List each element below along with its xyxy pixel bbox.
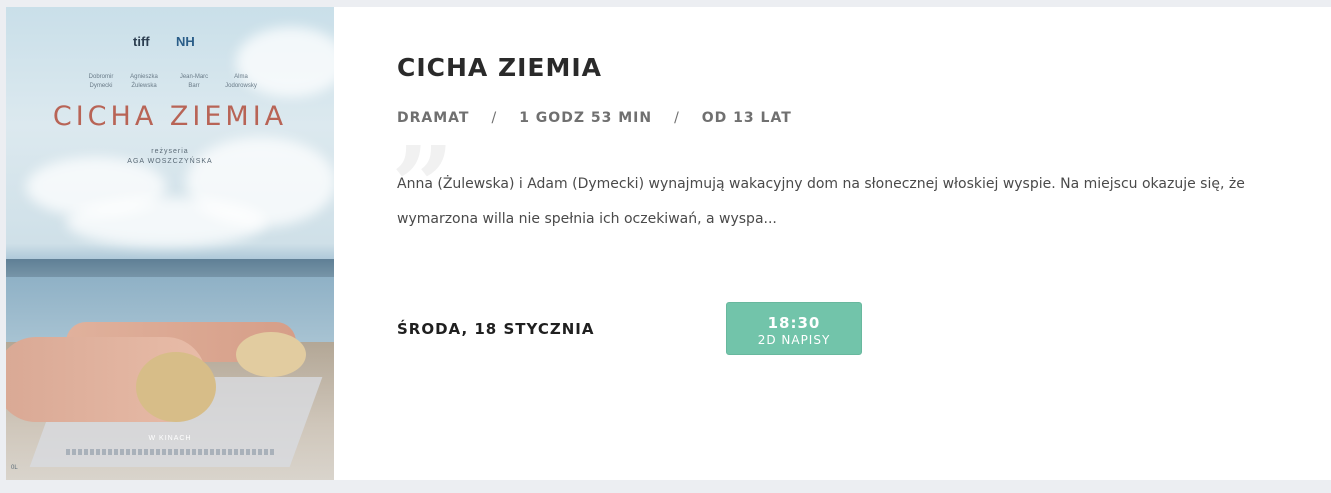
nh-logo: NH bbox=[176, 34, 195, 49]
poster-title: CICHA ZIEMIA bbox=[52, 101, 288, 132]
movie-poster[interactable]: tiff NH Dobromir Dymecki Agnieszka Żulewsk… bbox=[6, 7, 334, 480]
poster-credits-block bbox=[66, 449, 276, 455]
movie-duration: 1 GODZ 53 MIN bbox=[519, 110, 653, 126]
poster-release-text: W KINACH bbox=[148, 435, 192, 442]
showtime-format: 2D NAPISY bbox=[757, 333, 831, 347]
poster-cast-name: Alma Jodorowsky bbox=[225, 74, 257, 89]
movie-card: tiff NH Dobromir Dymecki Agnieszka Żulewsk… bbox=[6, 7, 1331, 480]
meta-separator: / bbox=[674, 110, 680, 126]
poster-director: reżyseria AGA WOSZCZYŃSKA bbox=[127, 148, 213, 165]
poster-cloud bbox=[66, 197, 266, 247]
poster-cast-name: Agnieszka Żulewska bbox=[130, 74, 158, 89]
poster-figure-woman-hair bbox=[236, 332, 306, 377]
showtime-time: 18:30 bbox=[767, 314, 821, 332]
tiff-logo: tiff bbox=[133, 34, 150, 49]
meta-separator: / bbox=[491, 110, 498, 126]
movie-description: Anna (Żulewska) i Adam (Dymecki) wynajmu… bbox=[397, 176, 1245, 227]
movie-title[interactable]: CICHA ZIEMIA bbox=[397, 53, 602, 82]
poster-age-badge: 0L bbox=[11, 465, 18, 471]
movie-meta: DRAMAT/1 GODZ 53 MIN / OD 13 LAT bbox=[397, 110, 792, 126]
poster-cast-name: Jean-Marc Barr bbox=[179, 74, 209, 89]
showtime-date: ŚRODA, 18 STYCZNIA bbox=[397, 320, 595, 338]
movie-age-rating: OD 13 LAT bbox=[701, 110, 792, 126]
poster-figure-man-hair bbox=[136, 352, 216, 422]
showtime-button[interactable]: 18:30 2D NAPISY bbox=[726, 302, 862, 355]
poster-hill bbox=[6, 259, 334, 277]
